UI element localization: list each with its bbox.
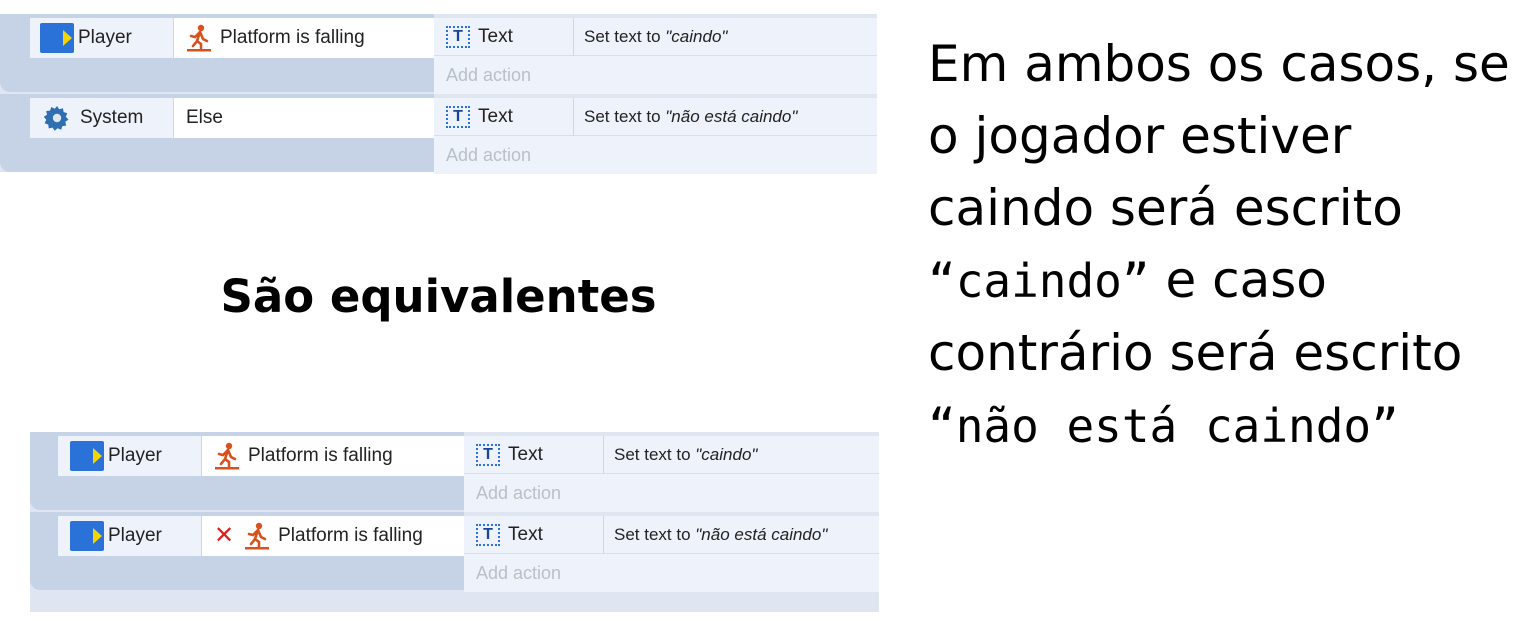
action-row[interactable]: T Text Set text to "não está caindo": [434, 97, 877, 136]
condition-object-label: Player: [108, 445, 162, 466]
action-value: "caindo": [695, 444, 758, 464]
action-value: "não está caindo": [695, 524, 828, 544]
condition-object[interactable]: Player: [58, 436, 202, 476]
explanation-quote2: “não está caindo”: [928, 399, 1399, 453]
action-text[interactable]: Set text to "não está caindo": [574, 107, 797, 127]
event-sheet-bottom: Player Platform is falling T Text Set te…: [30, 426, 879, 612]
condition-text[interactable]: ✕ Platform is falling: [202, 516, 464, 556]
action-value: "caindo": [665, 26, 728, 46]
action-block: T Text Set text to "não está caindo" Add…: [464, 515, 879, 592]
player-sprite-icon: [70, 441, 104, 471]
action-object-label: Text: [508, 443, 543, 465]
action-block: T Text Set text to "não está caindo" Add…: [434, 97, 877, 174]
condition-row[interactable]: Player Platform is falling: [30, 18, 434, 58]
action-row[interactable]: T Text Set text to "não está caindo": [464, 515, 879, 554]
event-row-falling[interactable]: Player Platform is falling T Text Set te…: [30, 432, 879, 512]
falling-person-icon: [186, 24, 212, 52]
action-value: "não está caindo": [665, 106, 798, 126]
condition-label: Platform is falling: [248, 445, 393, 466]
condition-row[interactable]: System Else: [30, 98, 434, 138]
text-object-icon: T: [476, 523, 500, 546]
event-sheet-top: Player Platform is falling T Text Set te…: [0, 0, 877, 174]
condition-object[interactable]: System: [30, 98, 174, 138]
action-block: T Text Set text to "caindo" Add action: [434, 17, 877, 94]
condition-text[interactable]: Else: [174, 98, 434, 138]
condition-row[interactable]: Player Platform is falling: [58, 436, 464, 476]
red-x-icon: ✕: [214, 522, 235, 549]
player-sprite-icon: [70, 521, 104, 551]
add-action-button[interactable]: Add action: [464, 554, 879, 592]
action-object-label: Text: [508, 523, 543, 545]
condition-object-label: Player: [108, 525, 162, 546]
action-object[interactable]: T Text: [434, 97, 574, 136]
action-block: T Text Set text to "caindo" Add action: [464, 435, 879, 512]
explanation-part1: Em ambos os casos, se o jogador estiver …: [928, 35, 1510, 237]
action-row[interactable]: T Text Set text to "caindo": [434, 17, 877, 56]
action-prefix: Set text to: [614, 444, 696, 464]
action-row[interactable]: T Text Set text to "caindo": [464, 435, 879, 474]
explanation-quote1: “caindo”: [928, 254, 1150, 308]
falling-person-icon: [244, 522, 270, 550]
event-row-falling[interactable]: Player Platform is falling T Text Set te…: [0, 14, 877, 94]
condition-label: Platform is falling: [220, 27, 365, 48]
action-text[interactable]: Set text to "caindo": [604, 445, 757, 465]
action-prefix: Set text to: [584, 106, 666, 126]
add-action-button[interactable]: Add action: [434, 56, 877, 94]
action-prefix: Set text to: [584, 26, 666, 46]
condition-object-label: System: [80, 107, 144, 128]
text-object-icon: T: [446, 25, 470, 48]
condition-text[interactable]: Platform is falling: [202, 436, 464, 476]
player-sprite-icon: [40, 23, 74, 53]
text-object-icon: T: [446, 105, 470, 128]
condition-object-label: Player: [78, 27, 132, 48]
action-text[interactable]: Set text to "caindo": [574, 27, 727, 47]
action-text[interactable]: Set text to "não está caindo": [604, 525, 827, 545]
event-row-not-falling[interactable]: Player ✕ Platform is falling T Text Set …: [30, 512, 879, 592]
action-prefix: Set text to: [614, 524, 696, 544]
event-row-else[interactable]: System Else T Text Set text to "não está…: [0, 94, 877, 174]
sheet-top-edge: [0, 0, 877, 14]
falling-person-icon: [214, 442, 240, 470]
condition-label: Else: [186, 107, 223, 128]
condition-label: Platform is falling: [278, 525, 423, 546]
add-action-button[interactable]: Add action: [464, 474, 879, 512]
action-object[interactable]: T Text: [464, 515, 604, 554]
action-object-label: Text: [478, 105, 513, 127]
gear-icon: [44, 105, 70, 131]
add-action-button[interactable]: Add action: [434, 136, 877, 174]
explanation-text: Em ambos os casos, se o jogador estiver …: [928, 28, 1518, 462]
condition-object[interactable]: Player: [30, 18, 174, 58]
condition-object[interactable]: Player: [58, 516, 202, 556]
action-object-label: Text: [478, 25, 513, 47]
text-object-icon: T: [476, 443, 500, 466]
equivalence-heading: São equivalentes: [220, 270, 657, 323]
condition-row[interactable]: Player ✕ Platform is falling: [58, 516, 464, 556]
action-object[interactable]: T Text: [434, 17, 574, 56]
condition-text[interactable]: Platform is falling: [174, 18, 434, 58]
action-object[interactable]: T Text: [464, 435, 604, 474]
